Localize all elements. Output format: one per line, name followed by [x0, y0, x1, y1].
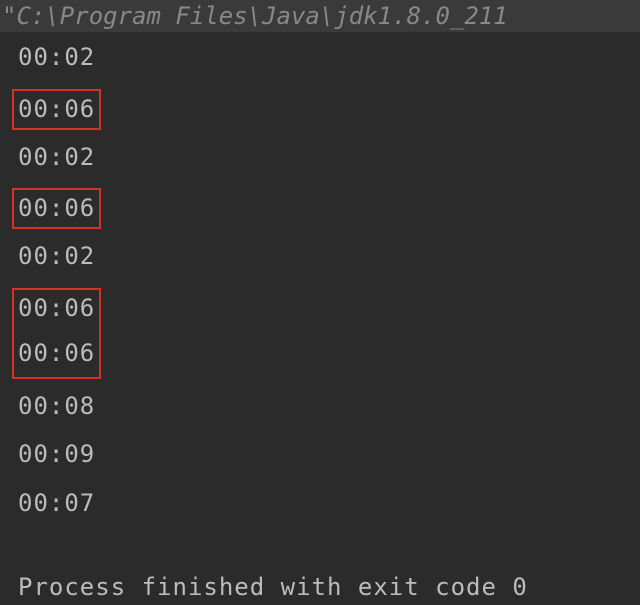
console-output-line-highlighted: 00:06	[12, 188, 101, 229]
console-output-line: 00:08	[18, 389, 95, 424]
console-output-line: 00:02	[18, 40, 95, 75]
process-status-line: Process finished with exit code 0	[18, 573, 640, 601]
console-output-line: 00:09	[18, 437, 95, 472]
console-output-line: 00:02	[18, 239, 95, 274]
console-output-line: 00:02	[18, 140, 95, 175]
console-output-line-highlighted: 00:06	[18, 336, 95, 371]
command-path-text: "C:\Program Files\Java\jdk1.8.0_211	[2, 2, 508, 30]
console-output-line-highlighted: 00:06	[12, 89, 101, 130]
command-path-line: "C:\Program Files\Java\jdk1.8.0_211	[0, 0, 640, 32]
console-output-line: 00:07	[18, 486, 95, 521]
console-output-highlighted-group: 00:06 00:06	[12, 288, 101, 379]
console-output-line-highlighted: 00:06	[18, 291, 95, 326]
process-status-text: Process finished with exit code 0	[18, 573, 528, 601]
